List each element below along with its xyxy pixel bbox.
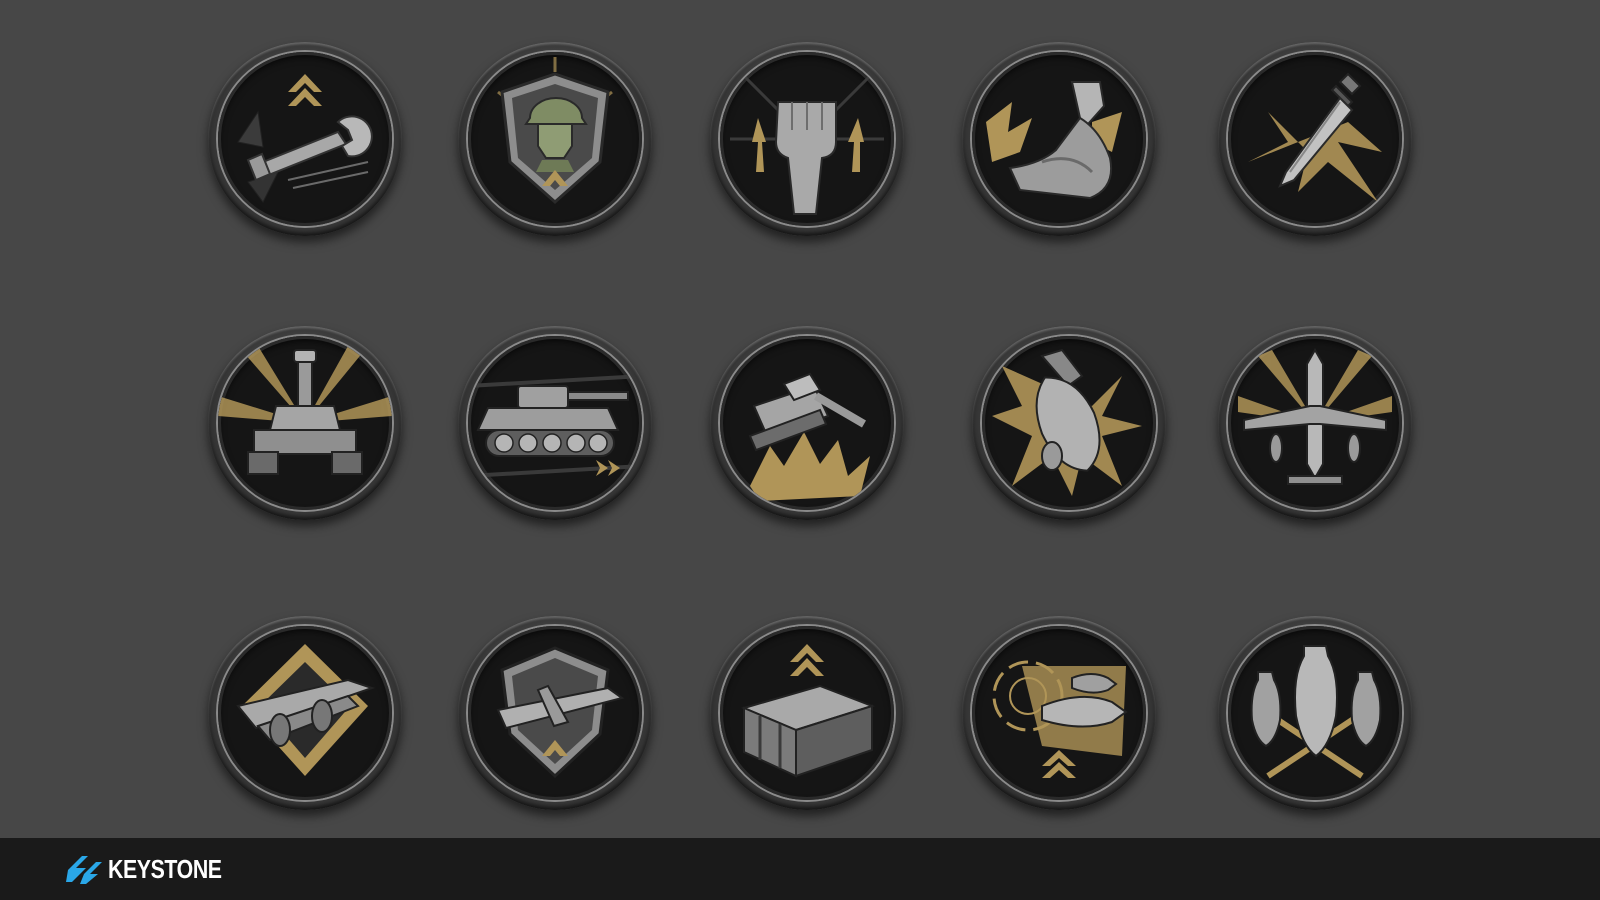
heavy-bomber-icon [236,644,376,776]
footer-bar: KEYSTONE [0,838,1600,900]
aerial-bomb-icon [992,348,1142,496]
badge-13[interactable] [710,616,904,810]
badge-6[interactable] [208,326,402,520]
missile-strike-icon [992,660,1128,778]
icon-grid [0,0,1600,838]
supply-crate-icon [741,644,876,778]
flexed-arm-icon [986,81,1122,200]
badge-2[interactable] [458,42,652,236]
badge-7[interactable] [458,326,652,520]
combat-knife-icon [1248,72,1382,202]
tank-speed-icon [468,374,642,478]
badge-15[interactable] [1218,616,1412,810]
badge-9[interactable] [972,326,1166,520]
badge-8[interactable] [710,326,904,520]
bomb-cluster-icon [1250,645,1382,779]
raised-fist-icon [730,70,884,215]
fighter-plane-icon [1238,347,1392,485]
badge-5[interactable] [1218,42,1412,236]
brand-logo[interactable]: KEYSTONE [64,852,247,886]
brand-name: KEYSTONE [108,853,222,884]
badge-14[interactable] [962,616,1156,810]
badge-4[interactable] [962,42,1156,236]
tank-assault-icon [748,372,870,501]
badge-10[interactable] [1218,326,1412,520]
plane-shield-icon [496,646,625,779]
badge-3[interactable] [710,42,904,236]
badge-1[interactable] [208,42,402,236]
badge-11[interactable] [208,616,402,810]
badge-12[interactable] [458,616,652,810]
wrench-upgrade-icon [237,74,373,203]
keystone-logo-icon [66,856,102,884]
infantry-shield-icon [497,57,613,205]
tank-front-icon [218,346,392,475]
